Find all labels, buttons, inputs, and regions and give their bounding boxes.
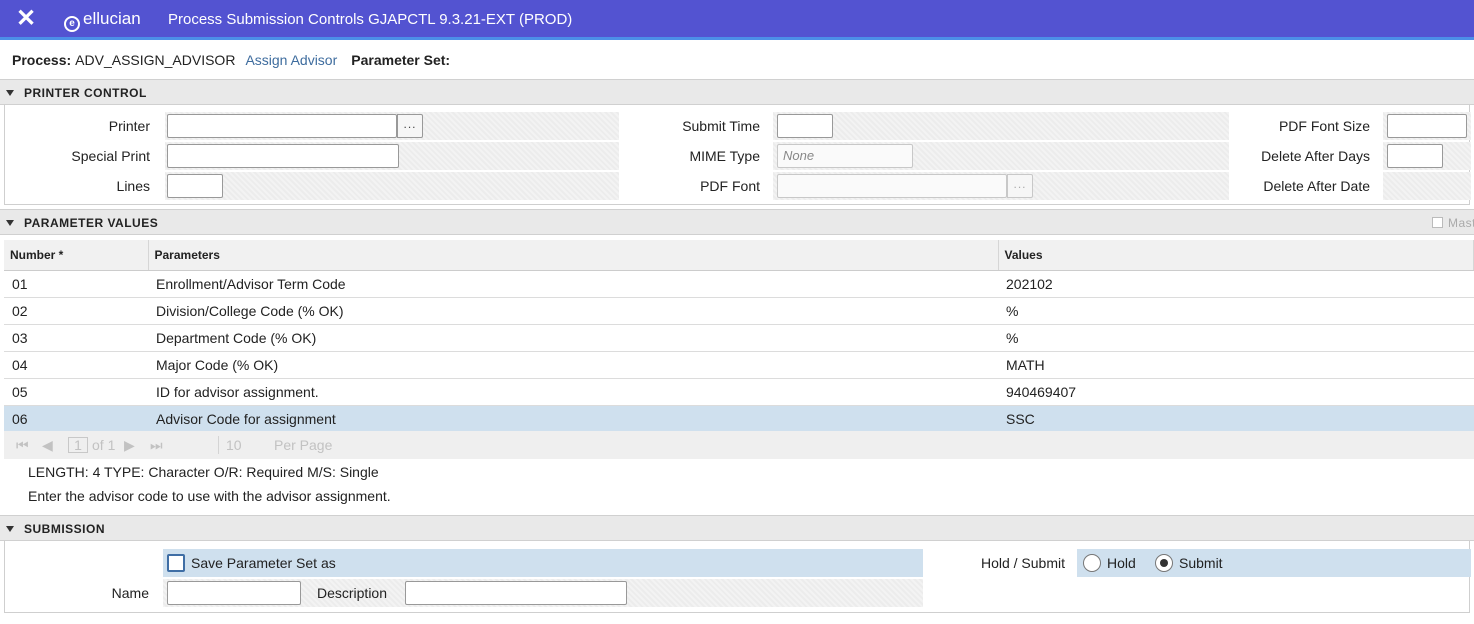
per-page-label: Per Page [274, 437, 333, 453]
pdf-font-input[interactable] [777, 174, 1007, 198]
lines-input[interactable] [167, 174, 223, 198]
process-line: Process: ADV_ASSIGN_ADVISOR Assign Advisor… [12, 50, 450, 70]
printer-label: Printer [108, 118, 150, 134]
per-page-select[interactable]: 10 [226, 431, 242, 459]
table-row[interactable]: 01 Enrollment/Advisor Term Code 202102 [4, 270, 1474, 298]
printer-input[interactable] [167, 114, 397, 138]
cell-value[interactable]: 202102 [998, 270, 1474, 298]
cell-value[interactable]: SSC [998, 405, 1474, 433]
delete-after-date-label: Delete After Date [1263, 178, 1370, 194]
cell-number: 02 [4, 297, 148, 325]
ellucian-logo: e ellucian [64, 9, 141, 32]
submit-time-input[interactable] [777, 114, 833, 138]
cell-parameter: Enrollment/Advisor Term Code [148, 270, 998, 298]
pagination-bar: ⏮ ◀ 1 of 1 ▶ ⏭ 10 Per Page [4, 431, 1474, 459]
cell-value[interactable]: % [998, 297, 1474, 325]
cell-parameter: Advisor Code for assignment [148, 405, 998, 433]
collapse-triangle-icon[interactable] [6, 526, 14, 532]
page-of-label: of 1 [92, 437, 116, 453]
cell-parameter: ID for advisor assignment. [148, 378, 998, 406]
table-row[interactable]: 04 Major Code (% OK) MATH [4, 351, 1474, 379]
table-row[interactable]: 02 Division/College Code (% OK) % [4, 297, 1474, 325]
table-row-selected[interactable]: 06 Advisor Code for assignment SSC [4, 405, 1474, 433]
pdf-font-size-input[interactable] [1387, 114, 1467, 138]
hold-submit-label: Hold / Submit [980, 555, 1065, 571]
pager-divider [218, 436, 219, 454]
printer-lookup-button[interactable]: ... [397, 114, 423, 138]
collapse-triangle-icon[interactable] [6, 220, 14, 226]
save-parameter-set-checkbox[interactable] [167, 554, 185, 572]
next-page-icon[interactable]: ▶ [124, 431, 135, 459]
submit-radio-label: Submit [1179, 555, 1223, 571]
cell-number: 06 [4, 405, 148, 433]
page-title: Process Submission Controls GJAPCTL 9.3.… [168, 11, 573, 28]
submission-section: Save Parameter Set as Name Description H… [4, 541, 1471, 613]
name-input[interactable] [167, 581, 301, 605]
process-description: Assign Advisor [245, 52, 338, 68]
help-line-format: LENGTH: 4 TYPE: Character O/R: Required … [28, 464, 379, 480]
printer-control-header[interactable]: PRINTER CONTROL [0, 79, 1474, 105]
special-print-input[interactable] [167, 144, 399, 168]
submission-header[interactable]: SUBMISSION [0, 515, 1474, 541]
first-page-icon[interactable]: ⏮ [16, 431, 29, 459]
delete-after-days-label: Delete After Days [1261, 148, 1370, 164]
parameter-values-header[interactable]: PARAMETER VALUES Mast [0, 209, 1474, 235]
parameter-values-title: PARAMETER VALUES [24, 216, 159, 230]
cell-value[interactable]: 940469407 [998, 378, 1474, 406]
name-label: Name [111, 585, 149, 601]
field-strip [165, 172, 619, 200]
table-row[interactable]: 05 ID for advisor assignment. 940469407 [4, 378, 1474, 406]
column-number[interactable]: Number * [4, 240, 149, 271]
mast-checkbox[interactable] [1432, 217, 1443, 228]
hold-radio-label: Hold [1107, 555, 1136, 571]
printer-control-title: PRINTER CONTROL [24, 86, 147, 100]
cell-parameter: Department Code (% OK) [148, 324, 998, 352]
cell-number: 05 [4, 378, 148, 406]
pdf-font-lookup-button[interactable]: ... [1007, 174, 1033, 198]
page-number-input[interactable]: 1 [68, 437, 88, 453]
prev-page-icon[interactable]: ◀ [42, 431, 53, 459]
parameter-set-label: Parameter Set: [351, 52, 451, 68]
cell-value[interactable]: % [998, 324, 1474, 352]
field-strip [1383, 172, 1471, 200]
cell-parameter: Division/College Code (% OK) [148, 297, 998, 325]
cell-number: 01 [4, 270, 148, 298]
parameter-values-table: Number * Parameters Values 01 Enrollment… [4, 240, 1474, 433]
close-icon[interactable]: ✕ [16, 6, 36, 32]
column-parameters[interactable]: Parameters [148, 240, 999, 271]
delete-after-days-input[interactable] [1387, 144, 1443, 168]
table-row[interactable]: 03 Department Code (% OK) % [4, 324, 1474, 352]
process-value: ADV_ASSIGN_ADVISOR [75, 52, 236, 68]
submit-radio[interactable] [1155, 554, 1173, 572]
table-header-row: Number * Parameters Values [4, 240, 1474, 271]
ellucian-mark-icon: e [64, 16, 80, 32]
description-label: Description [316, 585, 387, 601]
process-label: Process: [12, 52, 72, 68]
top-bar: ✕ e ellucian Process Submission Controls … [0, 0, 1474, 40]
description-input[interactable] [405, 581, 627, 605]
hold-radio[interactable] [1083, 554, 1101, 572]
cell-number: 03 [4, 324, 148, 352]
cell-value[interactable]: MATH [998, 351, 1474, 379]
mime-type-label: MIME Type [689, 148, 760, 164]
collapse-triangle-icon[interactable] [6, 90, 14, 96]
help-line-description: Enter the advisor code to use with the a… [28, 488, 391, 504]
submit-time-label: Submit Time [682, 118, 760, 134]
mime-type-input[interactable]: None [777, 144, 913, 168]
field-strip [773, 112, 1229, 140]
cell-number: 04 [4, 351, 148, 379]
brand-name: ellucian [83, 9, 141, 28]
submission-title: SUBMISSION [24, 522, 106, 536]
cell-parameter: Major Code (% OK) [148, 351, 998, 379]
special-print-label: Special Print [71, 148, 150, 164]
pdf-font-label: PDF Font [700, 178, 760, 194]
column-values[interactable]: Values [998, 240, 1474, 271]
printer-control-section: Printer ... Special Print Lines Submit T… [4, 105, 1471, 205]
pdf-font-size-label: PDF Font Size [1278, 118, 1370, 134]
save-parameter-set-label: Save Parameter Set as [191, 555, 336, 571]
hold-submit-strip [1077, 549, 1471, 577]
mast-label: Mast [1448, 216, 1474, 230]
last-page-icon[interactable]: ⏭ [150, 431, 163, 459]
lines-label: Lines [116, 178, 150, 194]
